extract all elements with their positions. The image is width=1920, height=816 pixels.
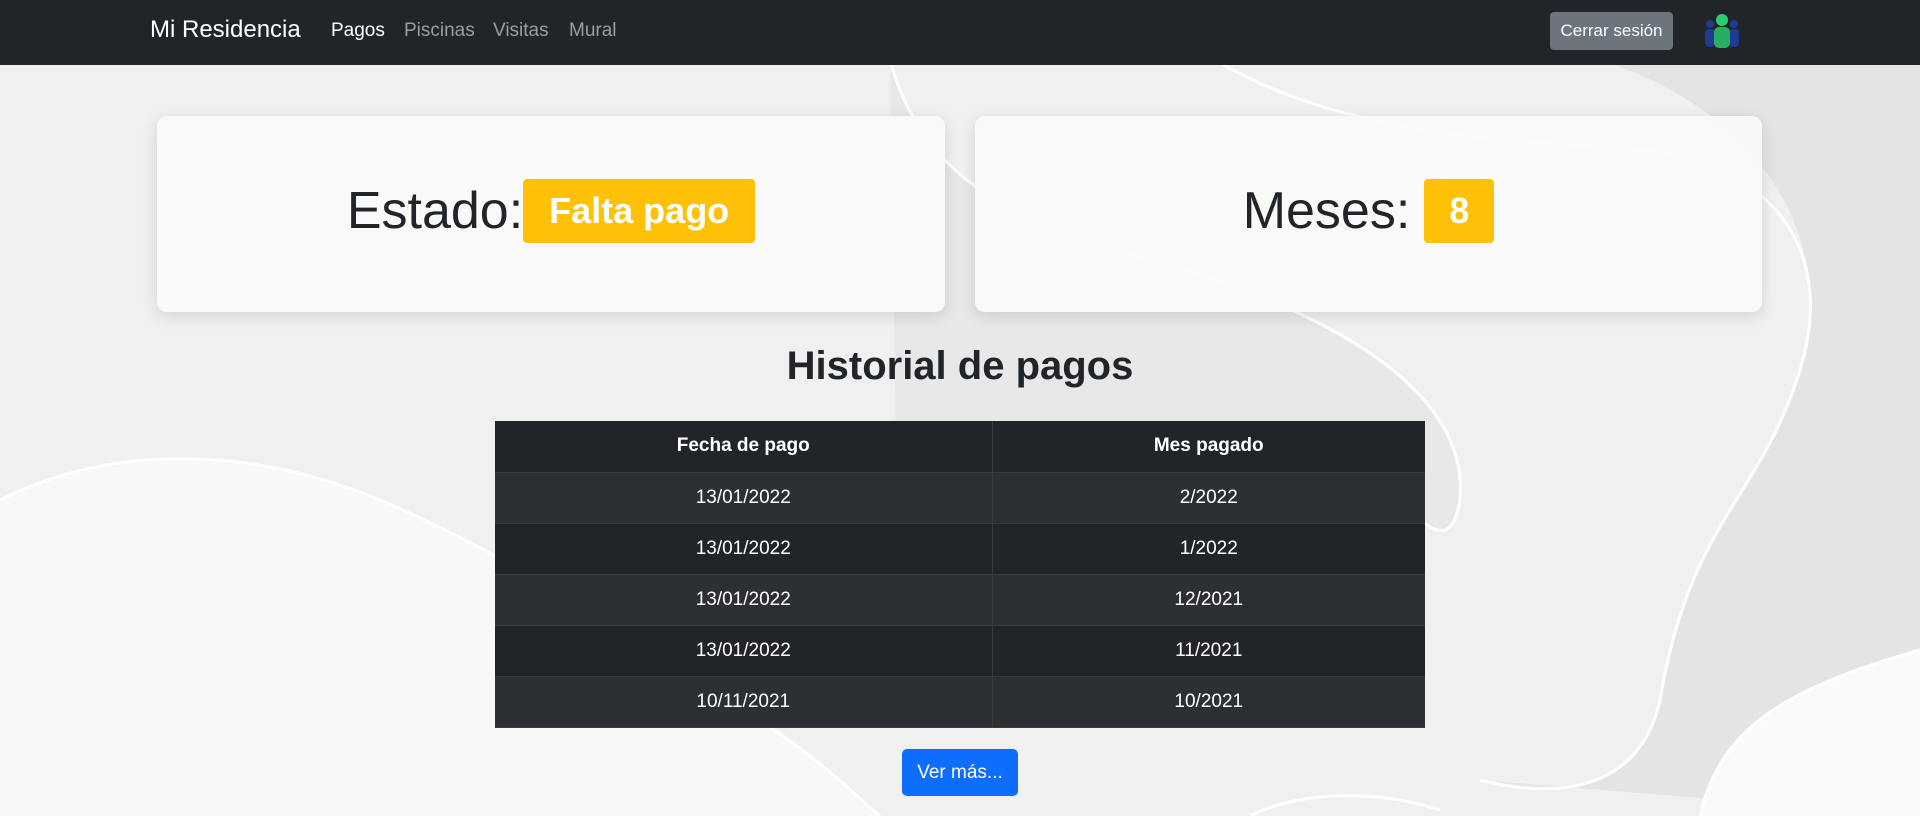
months-label: Meses: bbox=[1242, 182, 1411, 240]
nav-link-piscinas[interactable]: Piscinas bbox=[404, 20, 475, 42]
months-card: Meses: 8 bbox=[975, 116, 1762, 312]
status-label: Estado: bbox=[346, 182, 524, 240]
payment-date-cell: 13/01/2022 bbox=[495, 472, 993, 524]
user-group-icon[interactable] bbox=[1703, 12, 1741, 50]
paid-month-cell: 1/2022 bbox=[992, 523, 1425, 575]
status-badge: Falta pago bbox=[523, 179, 756, 243]
status-card: Estado: Falta pago bbox=[157, 116, 945, 312]
paid-month-cell: 11/2021 bbox=[992, 625, 1425, 677]
payment-date-cell: 10/11/2021 bbox=[495, 676, 993, 728]
table-row: 13/01/2022 12/2021 bbox=[495, 574, 1425, 626]
table-row: 13/01/2022 2/2022 bbox=[495, 472, 1425, 524]
payments-table: Fecha de pago Mes pagado 13/01/2022 2/20… bbox=[495, 421, 1425, 728]
paid-month-cell: 10/2021 bbox=[992, 676, 1425, 728]
top-navbar: Mi Residencia Pagos Piscinas Visitas Mur… bbox=[0, 0, 1920, 65]
history-title: Historial de pagos bbox=[786, 344, 1134, 388]
payment-date-cell: 13/01/2022 bbox=[495, 625, 993, 677]
logout-button[interactable]: Cerrar sesión bbox=[1550, 12, 1673, 50]
column-header-mes: Mes pagado bbox=[992, 421, 1425, 473]
nav-link-mural[interactable]: Mural bbox=[569, 20, 617, 42]
payment-date-cell: 13/01/2022 bbox=[495, 574, 993, 626]
brand-link[interactable]: Mi Residencia bbox=[150, 16, 301, 44]
table-row: 13/01/2022 1/2022 bbox=[495, 523, 1425, 575]
table-row: 10/11/2021 10/2021 bbox=[495, 676, 1425, 728]
table-row: 13/01/2022 11/2021 bbox=[495, 625, 1425, 677]
paid-month-cell: 2/2022 bbox=[992, 472, 1425, 524]
paid-month-cell: 12/2021 bbox=[992, 574, 1425, 626]
months-badge: 8 bbox=[1424, 179, 1495, 243]
see-more-button[interactable]: Ver más... bbox=[902, 749, 1018, 796]
table-header-row: Fecha de pago Mes pagado bbox=[495, 421, 1425, 473]
column-header-fecha: Fecha de pago bbox=[495, 421, 993, 473]
nav-link-visitas[interactable]: Visitas bbox=[493, 20, 549, 42]
payment-date-cell: 13/01/2022 bbox=[495, 523, 993, 575]
nav-link-pagos[interactable]: Pagos bbox=[331, 20, 385, 42]
